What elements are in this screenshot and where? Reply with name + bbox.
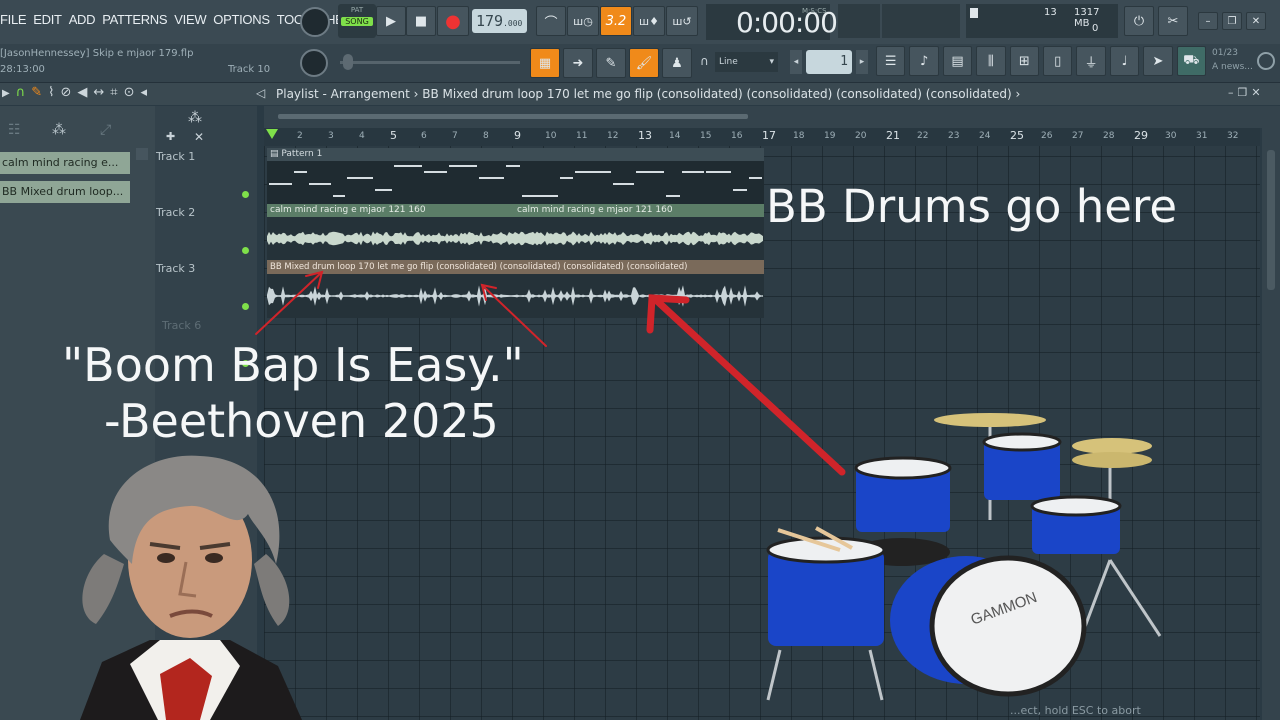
beethoven-portrait — [80, 455, 302, 720]
status-hint: ...ect, hold ESC to abort — [1010, 704, 1141, 717]
drum-kit-image: GAMMON — [766, 413, 1162, 701]
